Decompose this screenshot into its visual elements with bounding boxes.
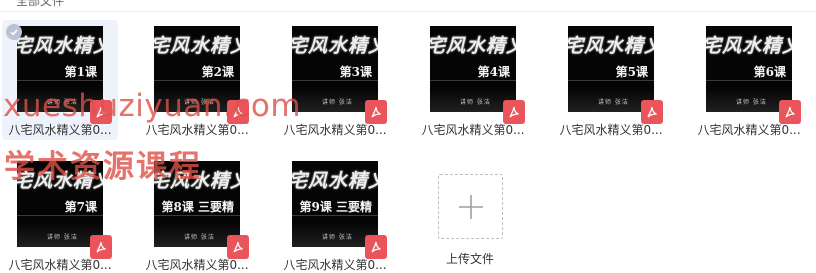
thumbnail-title: 宅风水精义 — [430, 35, 516, 57]
thumbnail-title: 宅风水精义 — [292, 35, 378, 57]
thumbnail-author: 讲师 张洁 — [460, 99, 491, 106]
thumbnail-lesson: 第4课 — [477, 65, 510, 79]
file-item[interactable]: 宅风水精义 第9课 三要精 讲师 张洁 八宅风水精义第0... — [277, 155, 393, 273]
file-item[interactable]: 宅风水精义 第3课 讲师 张洁 八宅风水精义第0... — [277, 20, 393, 140]
file-thumbnail: 宅风水精义 第8课 三要精 讲师 张洁 — [154, 161, 240, 247]
file-name[interactable]: 八宅风水精义第0... — [2, 257, 118, 273]
file-thumbnail: 宅风水精义 第2课 讲师 张洁 — [154, 26, 240, 112]
thumbnail-divider — [17, 80, 103, 81]
header-bar: 全部文件 — [0, 0, 816, 12]
pdf-icon — [365, 235, 387, 259]
pdf-icon — [641, 100, 663, 124]
thumbnail-divider — [568, 80, 654, 81]
file-item[interactable]: 宅风水精义 第8课 三要精 讲师 张洁 八宅风水精义第0... — [139, 155, 255, 273]
thumbnail-divider — [17, 215, 103, 216]
thumbnail-lesson: 第8课 三要精 — [161, 200, 234, 214]
file-thumbnail: 宅风水精义 第4课 讲师 张洁 — [430, 26, 516, 112]
file-item[interactable]: 宅风水精义 第6课 讲师 张洁 八宅风水精义第0... — [691, 20, 807, 140]
file-thumbnail: 宅风水精义 第3课 讲师 张洁 — [292, 26, 378, 112]
file-thumbnail: 宅风水精义 第9课 三要精 讲师 张洁 — [292, 161, 378, 247]
file-name[interactable]: 八宅风水精义第0... — [277, 257, 393, 273]
thumbnail-lesson: 第1课 — [64, 65, 97, 79]
pdf-icon — [227, 235, 249, 259]
file-item[interactable]: 宅风水精义 第2课 讲师 张洁 八宅风水精义第0... — [139, 20, 255, 140]
thumbnail-title: 宅风水精义 — [154, 170, 240, 192]
file-thumbnail: 宅风水精义 第7课 讲师 张洁 — [17, 161, 103, 247]
thumbnail-lesson: 第2课 — [201, 65, 234, 79]
upload-label[interactable]: 上传文件 — [412, 251, 528, 267]
plus-icon — [458, 194, 483, 219]
thumbnail-divider — [154, 80, 240, 81]
file-name[interactable]: 八宅风水精义第0... — [139, 122, 255, 138]
thumbnail-lesson: 第7课 — [64, 200, 97, 214]
thumbnail-author: 讲师 张洁 — [322, 99, 353, 106]
thumbnail-title: 宅风水精义 — [154, 35, 240, 57]
thumbnail-title: 宅风水精义 — [568, 35, 654, 57]
thumbnail-divider — [292, 80, 378, 81]
file-name[interactable]: 八宅风水精义第0... — [2, 122, 118, 138]
file-thumbnail: 宅风水精义 第5课 讲师 张洁 — [568, 26, 654, 112]
file-name[interactable]: 八宅风水精义第0... — [277, 122, 393, 138]
file-browser: 全部文件 宅风水精义 第1课 讲师 张洁 八宅风水精义第0... 宅风水精义 第… — [0, 0, 816, 273]
file-item[interactable]: 宅风水精义 第1课 讲师 张洁 八宅风水精义第0... — [2, 20, 118, 140]
file-thumbnail: 宅风水精义 第6课 讲师 张洁 — [706, 26, 792, 112]
file-name[interactable]: 八宅风水精义第0... — [415, 122, 531, 138]
pdf-icon — [227, 100, 249, 124]
thumbnail-lesson: 第9课 三要精 — [299, 200, 372, 214]
thumbnail-author: 讲师 张洁 — [47, 99, 78, 106]
thumbnail-author: 讲师 张洁 — [322, 234, 353, 241]
file-item[interactable]: 宅风水精义 第7课 讲师 张洁 八宅风水精义第0... — [2, 155, 118, 273]
thumbnail-lesson: 第6课 — [753, 65, 786, 79]
pdf-icon — [779, 100, 801, 124]
upload-button[interactable] — [438, 174, 503, 239]
file-item[interactable]: 宅风水精义 第5课 讲师 张洁 八宅风水精义第0... — [553, 20, 669, 140]
thumbnail-lesson: 第5课 — [615, 65, 648, 79]
thumbnail-title: 宅风水精义 — [706, 35, 792, 57]
thumbnail-author: 讲师 张洁 — [598, 99, 629, 106]
thumbnail-author: 讲师 张洁 — [736, 99, 767, 106]
file-name[interactable]: 八宅风水精义第0... — [691, 122, 807, 138]
thumbnail-divider — [154, 215, 240, 216]
thumbnail-lesson: 第3课 — [339, 65, 372, 79]
pdf-icon — [503, 100, 525, 124]
file-item[interactable]: 宅风水精义 第4课 讲师 张洁 八宅风水精义第0... — [415, 20, 531, 140]
thumbnail-divider — [430, 80, 516, 81]
file-name[interactable]: 八宅风水精义第0... — [139, 257, 255, 273]
thumbnail-divider — [292, 215, 378, 216]
pdf-icon — [365, 100, 387, 124]
pdf-icon — [90, 100, 112, 124]
thumbnail-title: 宅风水精义 — [17, 170, 103, 192]
file-name[interactable]: 八宅风水精义第0... — [553, 122, 669, 138]
selected-check-icon[interactable] — [6, 24, 22, 40]
thumbnail-divider — [706, 80, 792, 81]
thumbnail-author: 讲师 张洁 — [184, 99, 215, 106]
breadcrumb-all-files[interactable]: 全部文件 — [16, 0, 64, 8]
pdf-icon — [90, 235, 112, 259]
thumbnail-author: 讲师 张洁 — [47, 234, 78, 241]
file-thumbnail: 宅风水精义 第1课 讲师 张洁 — [17, 26, 103, 112]
thumbnail-title: 宅风水精义 — [292, 170, 378, 192]
thumbnail-author: 讲师 张洁 — [184, 234, 215, 241]
thumbnail-title: 宅风水精义 — [17, 35, 103, 57]
